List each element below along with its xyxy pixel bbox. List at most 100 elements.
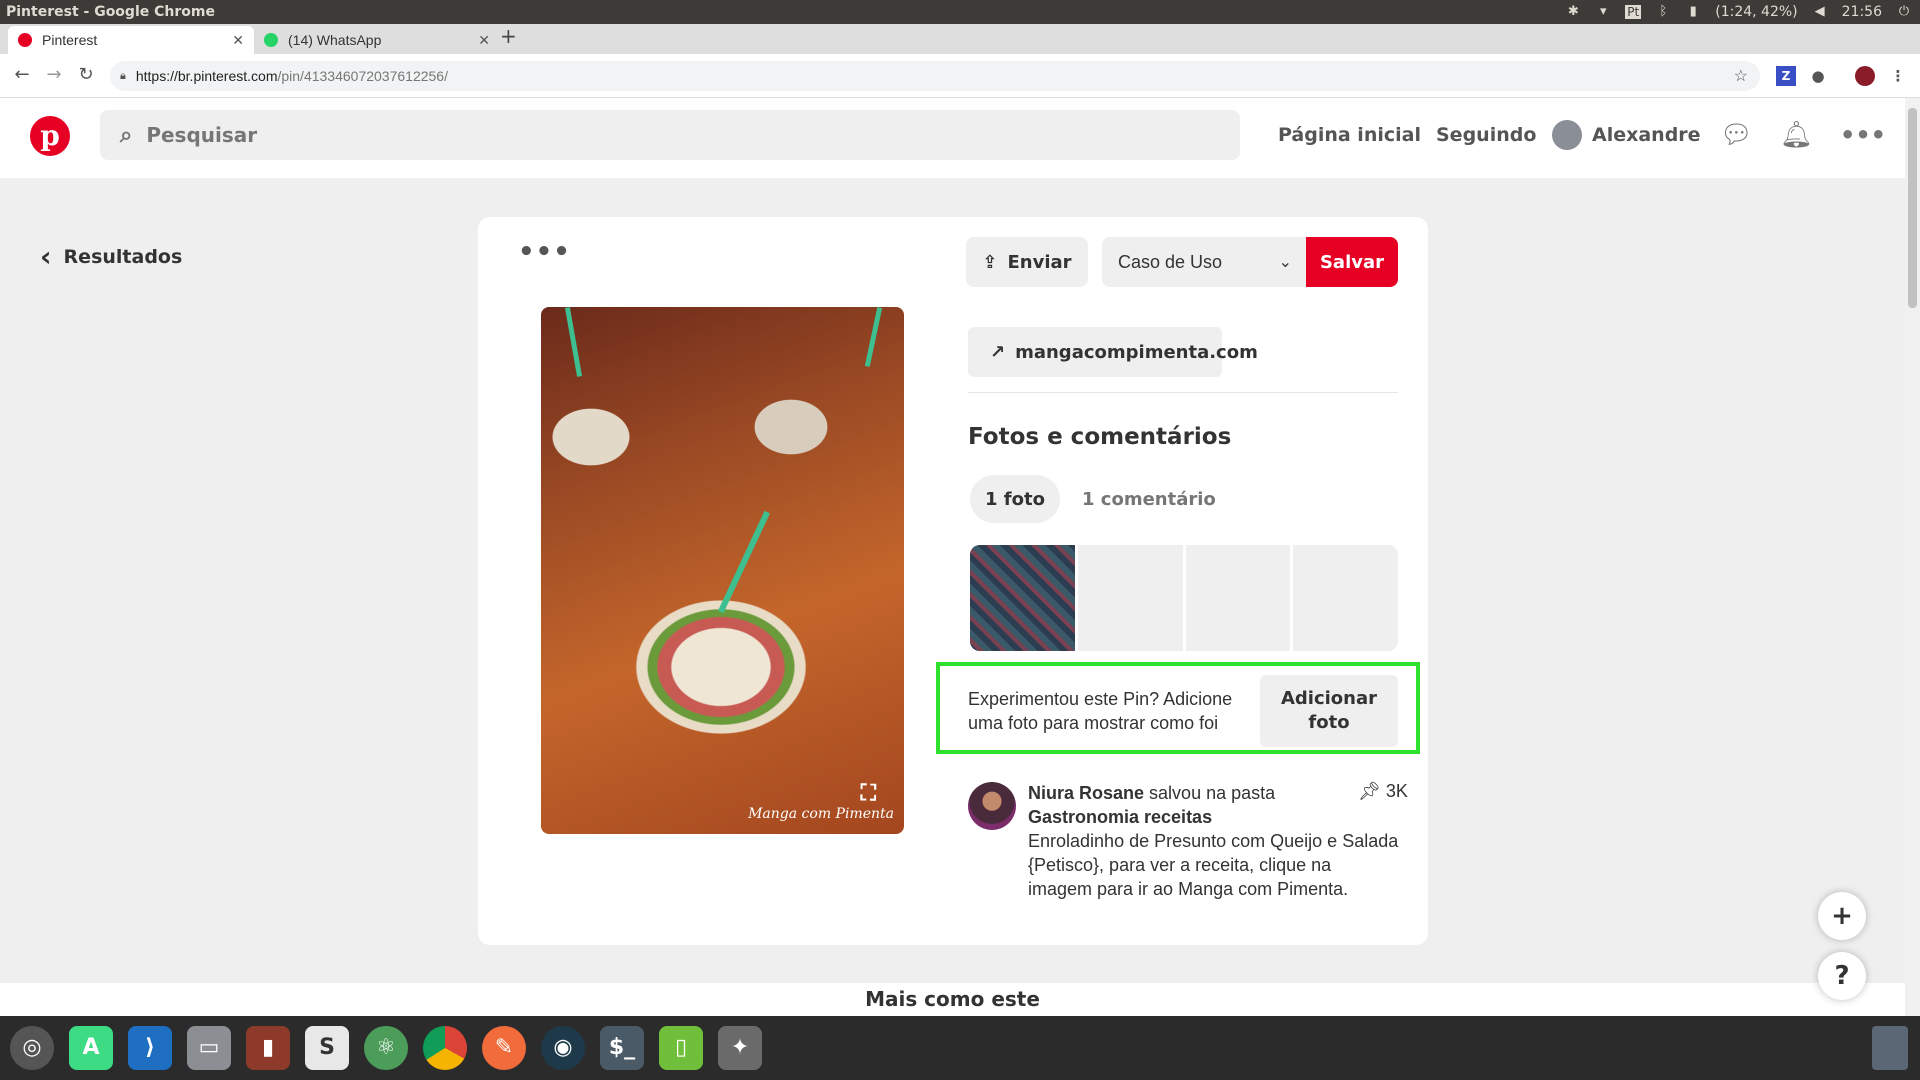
tab-label: Pinterest [42, 32, 98, 48]
battery-status[interactable]: (1:24, 42%) [1715, 4, 1797, 20]
more-like-this-heading: Mais como este [0, 983, 1905, 1016]
board-select[interactable]: Caso de Uso ⌄ [1102, 237, 1306, 287]
upload-icon: ⇪ [982, 251, 998, 273]
pinterest-favicon-icon [18, 33, 32, 47]
terminal-icon[interactable]: $_ [600, 1026, 644, 1070]
address-bar: ← → ↻ 🔒︎ https://br.pinterest.com/pin/41… [0, 54, 1920, 98]
source-link-label: mangacompimenta.com [1015, 341, 1258, 363]
back-arrow-icon[interactable]: ← [10, 64, 34, 85]
comment-avatar[interactable] [968, 782, 1016, 830]
power-icon[interactable]: ⏻ [1896, 4, 1912, 20]
pinterest-logo-icon[interactable]: p [30, 116, 70, 156]
tab-strip: Pinterest ✕ (14) WhatsApp ✕ + [0, 24, 1920, 54]
search-input[interactable]: ⌕ Pesquisar [100, 110, 1240, 160]
toothpick-decor [864, 307, 883, 367]
nav-user-name[interactable]: Alexandre [1592, 124, 1701, 146]
book-icon[interactable]: ▮ [246, 1026, 290, 1070]
reload-icon[interactable]: ↻ [74, 64, 98, 85]
send-label: Enviar [1007, 251, 1072, 273]
android-studio-icon[interactable]: A [69, 1026, 113, 1070]
whatsapp-favicon-icon [264, 33, 278, 47]
system-tray: ✱ ▾ Pt ᛒ ▮ (1:24, 42%) ◀ 21:56 ⏻ [1565, 0, 1912, 24]
gitkraken-icon[interactable]: ◉ [541, 1026, 585, 1070]
arrow-up-right-icon: ↗ [990, 341, 1006, 363]
chevron-left-icon: ‹ [40, 240, 52, 273]
comment-board[interactable]: Gastronomia receitas [1028, 805, 1400, 829]
clock[interactable]: 21:56 [1842, 4, 1882, 20]
notes-app-icon[interactable]: ▯ [659, 1026, 703, 1070]
postman-icon[interactable]: ✎ [482, 1026, 526, 1070]
tab-photos[interactable]: 1 foto [970, 475, 1060, 523]
comment-author[interactable]: Niura Rosane [1028, 783, 1144, 803]
volume-icon[interactable]: ◀ [1812, 4, 1828, 20]
user-avatar[interactable] [1552, 120, 1582, 150]
atom-icon[interactable]: ⚛ [364, 1026, 408, 1070]
pin-more-options-icon[interactable]: ••• [518, 237, 571, 267]
search-placeholder: Pesquisar [146, 123, 258, 147]
comment-action: salvou na pasta [1144, 783, 1276, 803]
chevron-down-icon: ⌄ [1278, 254, 1292, 271]
files-icon[interactable]: ▭ [187, 1026, 231, 1070]
close-icon[interactable]: ✕ [478, 32, 490, 49]
add-pin-button[interactable]: + [1818, 892, 1866, 940]
window-title: Pinterest - Google Chrome [6, 4, 215, 20]
extension-icon[interactable]: ● [1808, 66, 1828, 86]
toothpick-decor [718, 510, 770, 614]
slack-icon[interactable]: S [305, 1026, 349, 1070]
new-tab-icon[interactable]: + [500, 24, 517, 48]
tab-comments[interactable]: 1 comentário [1082, 489, 1216, 510]
tab-pinterest[interactable]: Pinterest ✕ [8, 26, 254, 54]
help-button[interactable]: ? [1818, 952, 1866, 1000]
settings-icon[interactable]: ✱ [1565, 4, 1581, 20]
send-button[interactable]: ⇪ Enviar [966, 237, 1088, 287]
url-path: /pin/413346072037612256/ [277, 68, 448, 84]
scrollbar-thumb[interactable] [1908, 108, 1917, 308]
trash-icon[interactable] [1872, 1026, 1908, 1070]
ubuntu-dock: ◎ A ⟩ ▭ ▮ S ⚛ ✎ ◉ $_ ▯ ✦ [0, 1016, 1920, 1080]
pinterest-header: p ⌕ Pesquisar Página inicial Seguindo Al… [0, 98, 1905, 178]
tab-label: (14) WhatsApp [288, 32, 382, 48]
pin-image[interactable]: ⛶ Manga com Pimenta [541, 307, 904, 834]
wifi-icon[interactable]: ▾ [1595, 4, 1611, 20]
profile-avatar-icon[interactable] [1855, 66, 1875, 86]
lock-icon: 🔒︎ [120, 69, 126, 82]
messages-icon[interactable]: 💬︎ [1720, 120, 1753, 150]
save-button[interactable]: Salvar [1306, 237, 1398, 287]
pin-card: ••• ⛶ Manga com Pimenta ⇪ Enviar Caso de… [478, 217, 1428, 945]
source-link-button[interactable]: ↗ mangacompimenta.com [968, 327, 1258, 377]
pin-icon: 📌︎ [1358, 781, 1381, 801]
section-title: Fotos e comentários [968, 424, 1232, 450]
gimp-icon[interactable]: ✦ [718, 1026, 762, 1070]
tab-whatsapp[interactable]: (14) WhatsApp ✕ [254, 26, 500, 54]
bluetooth-icon[interactable]: ᛒ [1655, 4, 1671, 20]
comment-text: Enroladinho de Presunto com Queijo e Sal… [1028, 831, 1399, 899]
os-top-bar: Pinterest - Google Chrome ✱ ▾ Pt ᛒ ▮ (1:… [0, 0, 1920, 24]
comment-block: Niura Rosane salvou na pasta Gastronomia… [1028, 781, 1400, 901]
ubuntu-menu-icon[interactable]: ◎ [10, 1026, 54, 1070]
keyboard-language[interactable]: Pt [1625, 5, 1642, 19]
divider [968, 392, 1398, 393]
chrome-icon[interactable] [423, 1026, 467, 1070]
saves-value: 3K [1385, 781, 1408, 801]
back-to-results[interactable]: ‹ Resultados [40, 240, 182, 273]
url-field[interactable]: 🔒︎ https://br.pinterest.com/pin/41334607… [110, 61, 1760, 91]
chrome-menu-icon[interactable]: ⋮ [1888, 66, 1908, 86]
photo-thumbnail[interactable] [970, 545, 1075, 651]
nav-following[interactable]: Seguindo [1436, 124, 1536, 146]
empty-thumbnail [1293, 545, 1398, 651]
page-scrollbar[interactable] [1905, 98, 1920, 1016]
try-pin-prompt: Experimentou este Pin? Adicione uma foto… [968, 689, 1233, 733]
add-photo-button[interactable]: Adicionar foto [1260, 675, 1398, 747]
photo-thumbnails [970, 545, 1398, 651]
expand-icon[interactable]: ⛶ [861, 781, 876, 806]
zotero-extension-icon[interactable]: Z [1776, 66, 1796, 86]
notifications-bell-icon[interactable]: 🔔︎ [1780, 120, 1813, 150]
board-selected: Caso de Uso [1118, 251, 1223, 272]
forward-arrow-icon[interactable]: → [42, 64, 66, 85]
vscode-icon[interactable]: ⟩ [128, 1026, 172, 1070]
close-icon[interactable]: ✕ [232, 32, 244, 49]
more-options-icon[interactable]: ••• [1840, 120, 1886, 150]
battery-icon[interactable]: ▮ [1685, 4, 1701, 20]
bookmark-star-icon[interactable]: ☆ [1734, 66, 1748, 86]
nav-home[interactable]: Página inicial [1278, 124, 1421, 146]
